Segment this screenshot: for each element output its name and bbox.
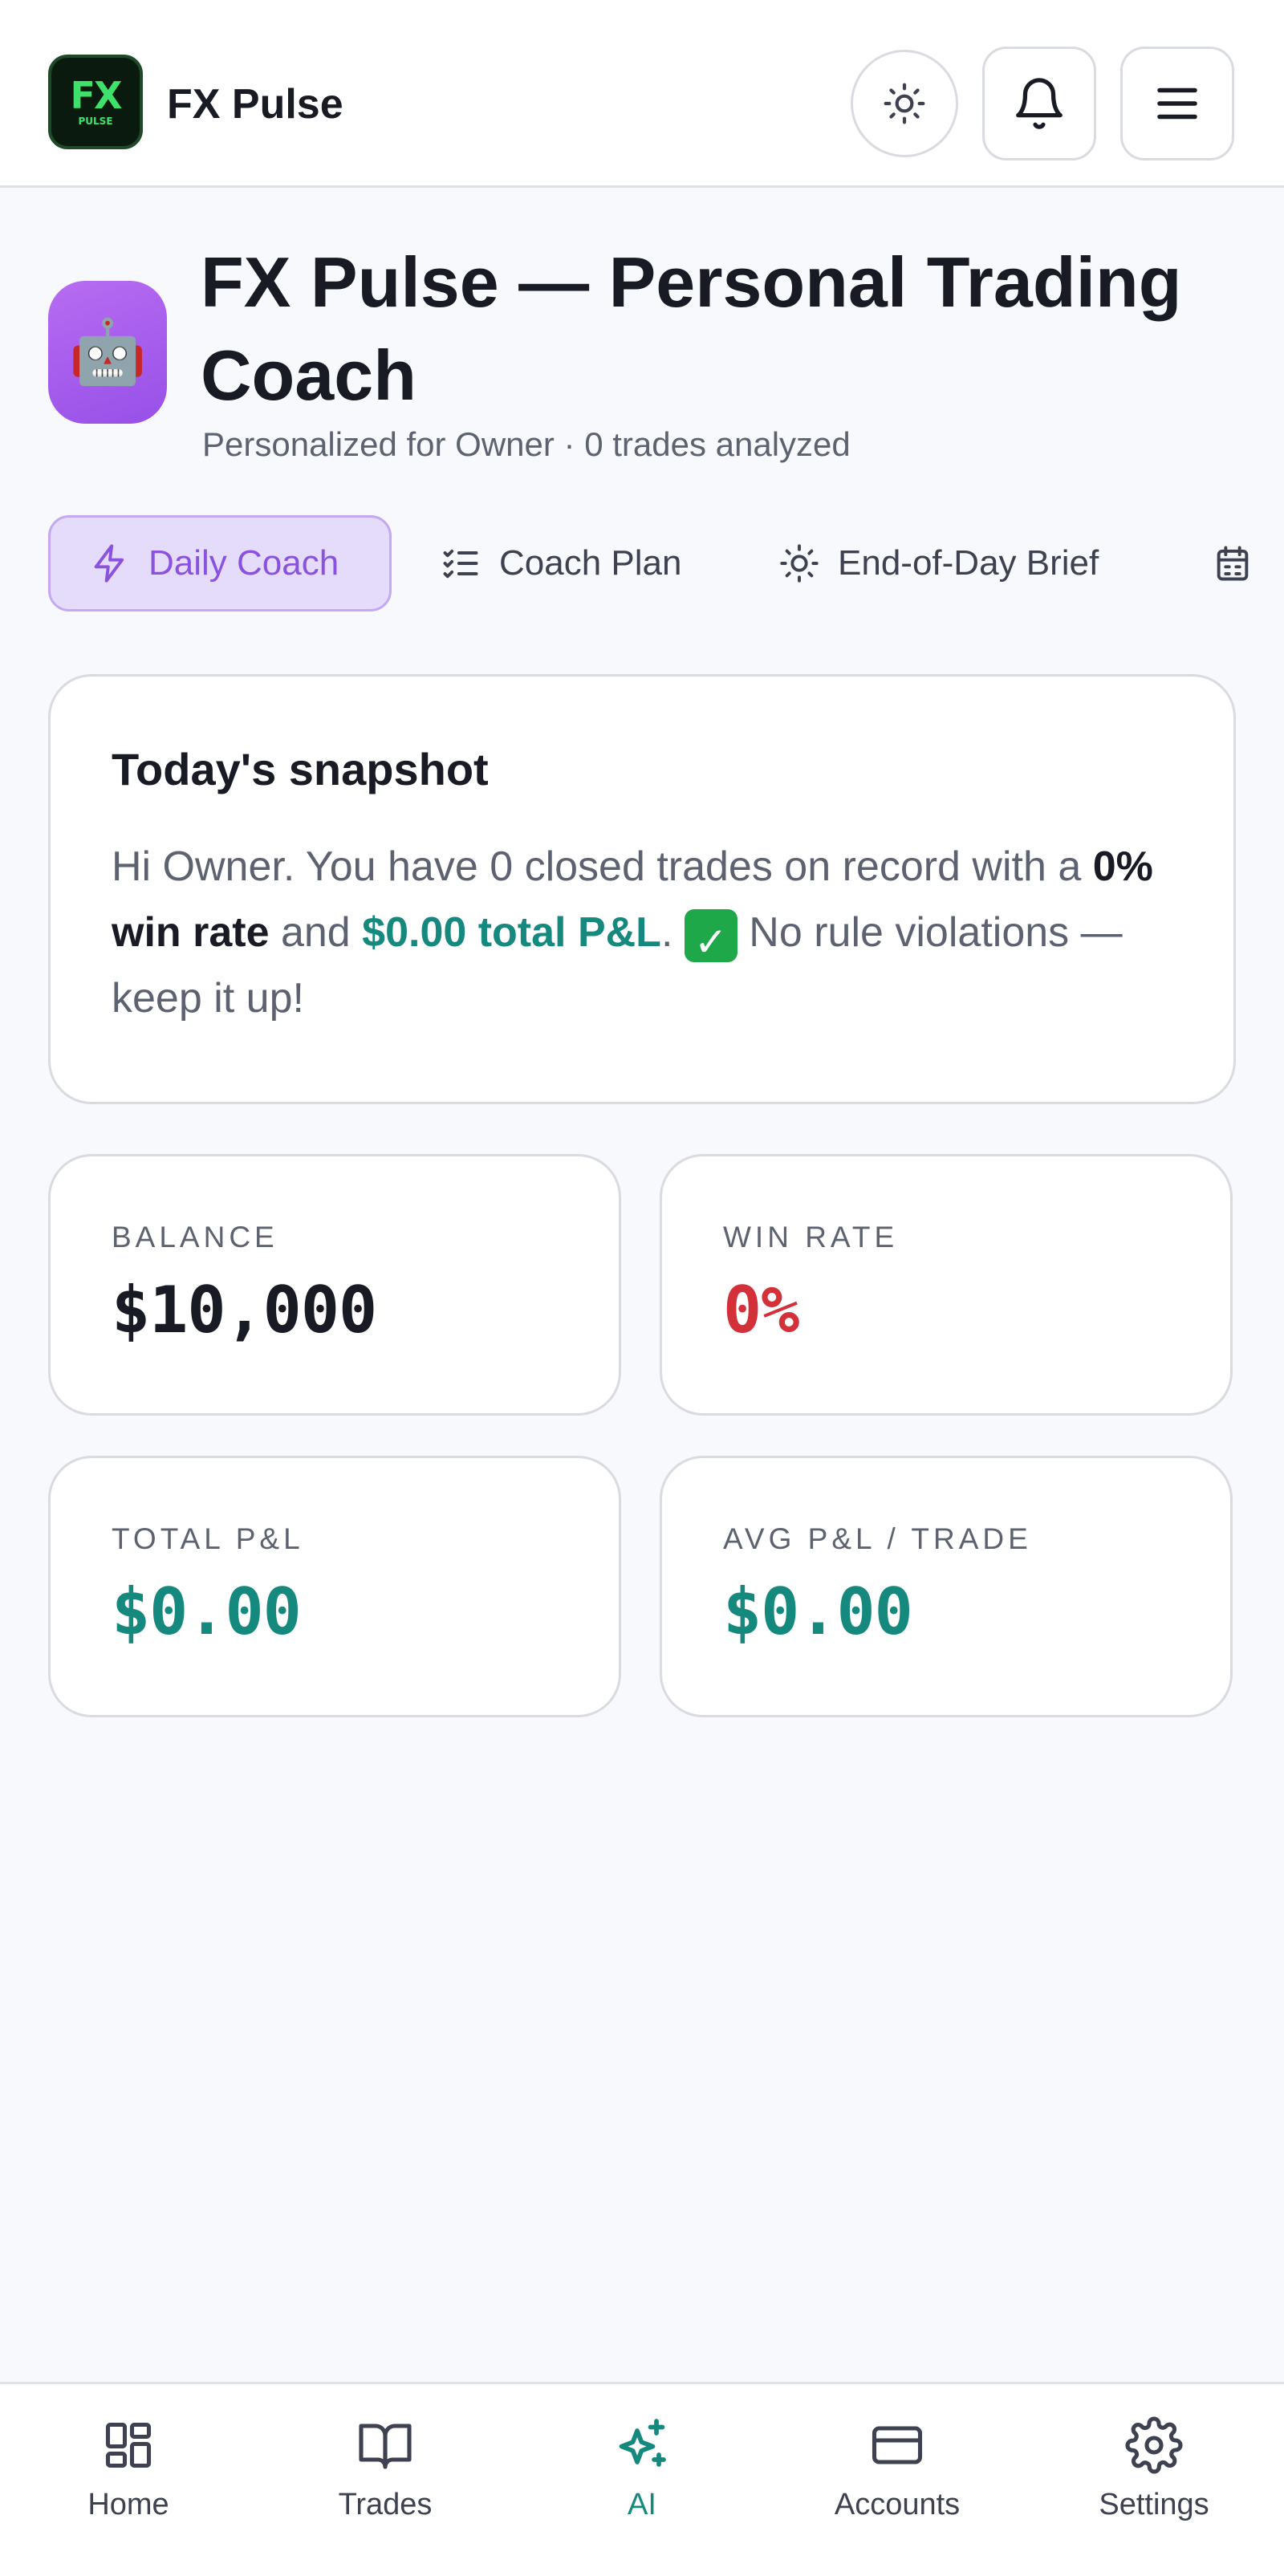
snapshot-text-part: . xyxy=(660,909,685,956)
total-pnl-value: $0.00 xyxy=(112,1574,302,1649)
snapshot-card: Today's snapshot Hi Owner. You have 0 cl… xyxy=(48,674,1236,1104)
nav-ai[interactable]: AI xyxy=(546,2416,738,2553)
nav-settings[interactable]: Settings xyxy=(1058,2416,1250,2553)
avg-pnl-stat-card: AVG P&L / TRADE $0.00 xyxy=(660,1456,1233,1717)
check-mark: ✓ xyxy=(693,919,728,965)
top-bar: FX PULSE FX Pulse xyxy=(0,0,1284,188)
page-subtitle: Personalized for Owner · 0 trades analyz… xyxy=(202,425,851,463)
nav-label: Home xyxy=(87,2488,169,2521)
card-icon xyxy=(872,2426,923,2464)
logo-text: FX xyxy=(70,74,123,117)
nav-home[interactable]: Home xyxy=(32,2416,225,2553)
win-rate-stat-card: WIN RATE 0% xyxy=(660,1154,1233,1416)
tab-label: End-of-Day Brief xyxy=(838,543,1099,583)
app-logo[interactable]: FX PULSE xyxy=(48,55,143,149)
gear-icon xyxy=(1125,2416,1183,2474)
tab-coach-plan[interactable]: Coach Plan xyxy=(440,515,681,611)
page-title: FX Pulse — Personal Trading Coach xyxy=(201,242,1182,415)
bell-icon xyxy=(1016,78,1063,129)
stat-label: TOTAL P&L xyxy=(112,1522,304,1555)
nav-trades[interactable]: Trades xyxy=(289,2416,482,2553)
book-icon xyxy=(359,2424,412,2469)
nav-label: Settings xyxy=(1099,2488,1209,2521)
snapshot-text: Hi Owner. You have 0 closed trades on re… xyxy=(112,834,1172,1031)
notifications-button[interactable] xyxy=(982,47,1096,160)
checklist-icon xyxy=(443,549,478,579)
coach-avatar: 🤖 xyxy=(48,281,167,424)
stat-label: WIN RATE xyxy=(723,1221,899,1253)
tab-label: Coach Plan xyxy=(499,543,682,583)
theme-toggle-button[interactable] xyxy=(851,50,958,157)
nav-label: AI xyxy=(628,2488,656,2521)
snapshot-text-part: and xyxy=(269,909,363,956)
bolt-icon xyxy=(94,544,124,583)
stat-label: AVG P&L / TRADE xyxy=(723,1522,1032,1555)
snapshot-title: Today's snapshot xyxy=(112,744,489,794)
snapshot-total-pnl: $0.00 total P&L xyxy=(362,909,661,956)
avg-pnl-value: $0.00 xyxy=(723,1574,913,1649)
robot-icon: 🤖 xyxy=(68,316,147,388)
total-pnl-stat-card: TOTAL P&L $0.00 xyxy=(48,1456,621,1717)
coach-tabs: Daily Coach Coach Plan End-of-Day Brief xyxy=(0,514,1284,615)
menu-button[interactable] xyxy=(1120,47,1234,160)
stat-label: BALANCE xyxy=(112,1221,278,1253)
balance-value: $10,000 xyxy=(112,1273,377,1347)
tab-daily-coach[interactable]: Daily Coach xyxy=(48,515,392,611)
bottom-nav: Home Trades AI Accounts Settings xyxy=(0,2382,1284,2576)
check-icon: ✓ xyxy=(684,909,737,965)
nav-accounts[interactable]: Accounts xyxy=(801,2416,993,2553)
tab-label: Daily Coach xyxy=(148,543,339,583)
calendar-icon xyxy=(1217,546,1249,581)
snapshot-text-part: Hi Owner. You have 0 closed trades on re… xyxy=(112,843,1093,890)
balance-stat-card: BALANCE $10,000 xyxy=(48,1154,621,1416)
tab-calendar[interactable] xyxy=(1212,515,1271,611)
logo-subtext: PULSE xyxy=(78,116,113,127)
nav-label: Trades xyxy=(338,2488,433,2521)
win-rate-value: 0% xyxy=(723,1273,799,1347)
sun-icon xyxy=(780,544,819,583)
app-name: FX Pulse xyxy=(167,81,343,128)
sun-icon xyxy=(884,83,925,124)
nav-label: Accounts xyxy=(834,2488,961,2521)
tab-end-of-day-brief[interactable]: End-of-Day Brief xyxy=(778,515,1099,611)
grid-icon xyxy=(105,2422,152,2468)
sparkles-icon xyxy=(619,2419,666,2467)
menu-icon xyxy=(1157,87,1197,120)
